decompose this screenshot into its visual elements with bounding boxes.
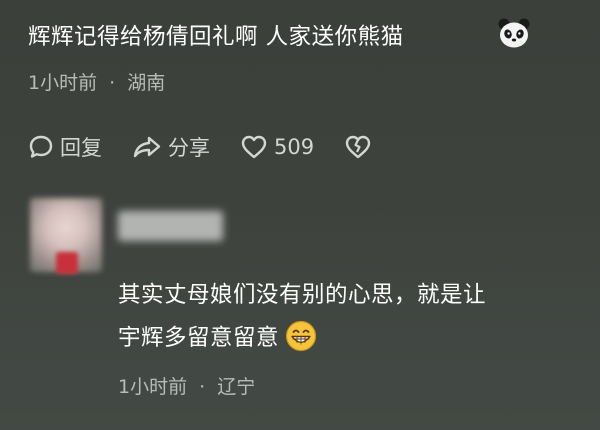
comment-actions: 回复 分享 509: [28, 130, 408, 164]
comment-text: 其实丈母娘们没有别的心思，就是让 宇辉多留意留意: [118, 274, 578, 360]
comment-text-segment: 宇辉多留意留意: [118, 325, 280, 351]
like-button[interactable]: 509: [240, 134, 314, 160]
comment-time: 1小时前: [28, 72, 98, 94]
comment-time: 1小时前: [118, 376, 188, 398]
comment-text-line: 其实丈母娘们没有别的心思，就是让: [118, 282, 487, 308]
grinning-emoji-icon: [285, 320, 317, 351]
panda-emoji-icon: [498, 18, 530, 48]
broken-heart-icon: [345, 135, 371, 159]
reply-label: 回复: [60, 136, 102, 160]
share-button[interactable]: 分享: [132, 132, 210, 162]
avatar-detail: [56, 252, 78, 274]
comment-meta: 1小时前 · 湖南: [28, 68, 165, 95]
share-arrow-icon: [133, 136, 161, 158]
comment-meta: 1小时前 · 辽宁: [118, 372, 255, 399]
meta-separator: ·: [199, 376, 206, 398]
comment-text: 辉辉记得给杨倩回礼啊 人家送你熊猫: [28, 24, 404, 50]
heart-icon: [241, 135, 267, 159]
comment-bubble-icon: [29, 135, 53, 158]
dislike-button[interactable]: [344, 134, 378, 160]
meta-separator: ·: [109, 72, 116, 94]
username-redacted[interactable]: [118, 211, 223, 241]
comment-text-line: 宇辉多留意留意: [118, 317, 578, 360]
like-count: 509: [274, 135, 315, 159]
share-label: 分享: [168, 136, 210, 160]
comment-location: 湖南: [127, 72, 166, 94]
reply-button[interactable]: 回复: [28, 132, 102, 162]
comment-location: 辽宁: [217, 376, 256, 398]
